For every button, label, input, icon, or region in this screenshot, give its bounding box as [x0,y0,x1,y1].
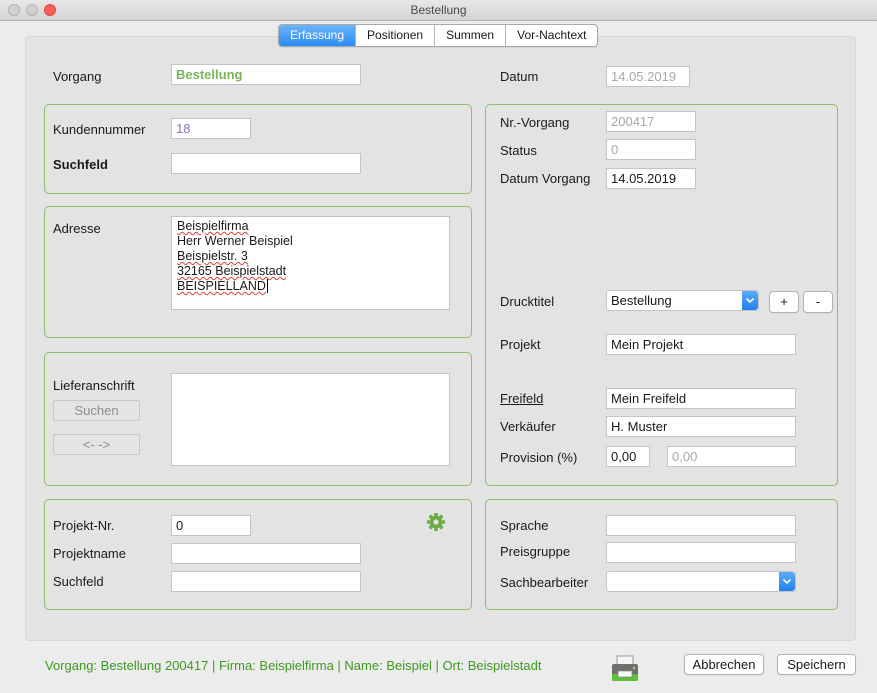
status-label: Status [500,143,537,158]
nr-vorgang-field[interactable]: 200417 [606,111,696,132]
projekt-nr-field[interactable]: 0 [171,515,251,536]
tab-vor-nachtext[interactable]: Vor-Nachtext [506,25,597,46]
datum-vorgang-field[interactable]: 14.05.2019 [606,168,696,189]
verkaeufer-label: Verkäufer [500,419,556,434]
chevron-down-icon [742,291,758,310]
tab-positionen[interactable]: Positionen [356,25,436,46]
abbrechen-button[interactable]: Abbrechen [684,654,764,675]
swap-address-button[interactable]: <- -> [53,434,140,455]
lieferanschrift-label: Lieferanschrift [53,378,135,393]
drucktitel-select[interactable]: Bestellung [606,290,759,311]
remove-drucktitel-button[interactable]: - [803,291,833,313]
projekt-field[interactable]: Mein Projekt [606,334,796,355]
chevron-down-icon [779,572,795,591]
text-cursor [266,279,268,293]
sachbearbeiter-select[interactable] [606,571,796,592]
suchen-button[interactable]: Suchen [53,400,140,421]
projektname-field[interactable] [171,543,361,564]
provision-amount-field[interactable]: 0,00 [667,446,796,467]
sachbearbeiter-label: Sachbearbeiter [500,575,589,590]
vorgang-field[interactable]: Bestellung [171,64,361,85]
adresse-line-1: Beispielfirma [177,219,249,233]
gear-icon[interactable] [426,512,446,532]
status-field[interactable]: 0 [606,139,696,160]
status-summary-text: Vorgang: Bestellung 200417 | Firma: Beis… [45,658,542,673]
adresse-line-4: 32165 Beispielstadt [177,264,287,278]
kunde-suchfeld-label: Suchfeld [53,157,108,172]
freifeld-field[interactable]: Mein Freifeld [606,388,796,409]
adresse-line-2: Herr Werner Beispiel [177,234,293,248]
adresse-textarea[interactable]: Beispielfirma Herr Werner Beispiel Beisp… [171,216,450,310]
tab-summen[interactable]: Summen [435,25,507,46]
window: Bestellung Erfassung Positionen Summen V… [0,0,877,693]
provision-percent-field[interactable]: 0,00 [606,446,650,467]
preisgruppe-label: Preisgruppe [500,544,571,559]
adresse-label: Adresse [53,221,101,236]
datum-vorgang-label: Datum Vorgang [500,171,591,186]
adresse-line-3: Beispielstr. 3 [177,249,248,263]
add-drucktitel-button[interactable]: + [769,291,799,313]
window-title: Bestellung [410,3,467,17]
preisgruppe-field[interactable] [606,542,796,563]
kundennummer-label: Kundennummer [53,122,146,137]
kundennummer-field[interactable]: 18 [171,118,251,139]
sprache-field[interactable] [606,515,796,536]
provision-label: Provision (%) [500,450,578,465]
vorgang-label: Vorgang [53,69,102,84]
kunde-group [44,104,472,194]
datum-label: Datum [500,69,539,84]
adresse-line-5: BEISPIELLAND [177,279,266,293]
projekt-nr-label: Projekt-Nr. [53,518,115,533]
tab-bar: Erfassung Positionen Summen Vor-Nachtext [278,24,599,47]
datum-field[interactable]: 14.05.2019 [606,66,690,87]
kunde-suchfeld-input[interactable] [171,153,361,174]
printer-icon[interactable] [609,654,641,684]
drucktitel-label: Drucktitel [500,294,555,309]
verkaeufer-field[interactable]: H. Muster [606,416,796,437]
freifeld-link[interactable]: Freifeld [500,391,543,406]
sprache-label: Sprache [500,518,549,533]
tab-erfassung[interactable]: Erfassung [279,25,357,46]
nr-vorgang-label: Nr.-Vorgang [500,115,570,130]
projekt-label: Projekt [500,337,541,352]
drucktitel-value: Bestellung [611,293,672,308]
lieferanschrift-textarea[interactable] [171,373,450,466]
projekt-suchfeld-label: Suchfeld [53,574,104,589]
title-bar: Bestellung [0,0,877,21]
projekt-suchfeld-input[interactable] [171,571,361,592]
speichern-button[interactable]: Speichern [777,654,856,675]
projektname-label: Projektname [53,546,126,561]
